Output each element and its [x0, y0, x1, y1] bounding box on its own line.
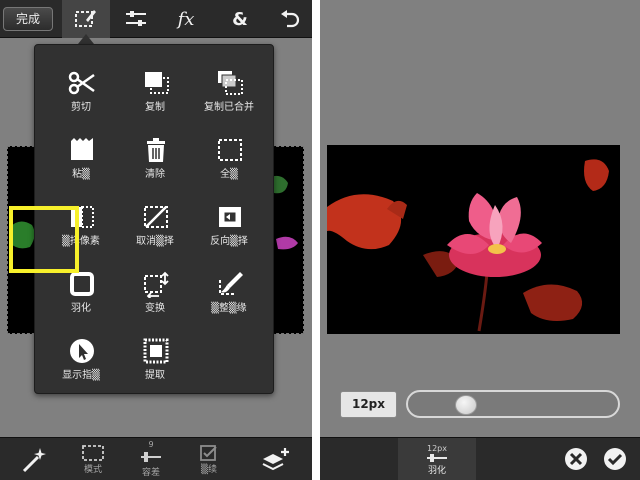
cancel-icon: [565, 448, 587, 470]
feather-slider-thumb[interactable]: [454, 395, 477, 415]
feather-tool-label: 羽化: [427, 465, 446, 476]
feather-tool-button[interactable]: 12px 羽化: [398, 438, 476, 480]
trash-icon: [147, 138, 165, 162]
scissors-icon: [68, 71, 95, 95]
feather-icon: [70, 272, 94, 296]
mode-label: 模式: [83, 464, 102, 475]
blend-icon: &: [232, 8, 248, 30]
feather-highlight-box: [9, 206, 79, 273]
top-toolbar: 完成 fx &: [0, 0, 312, 38]
copy-merged-icon: [218, 71, 243, 95]
undo-button[interactable]: [266, 0, 312, 38]
menu-item-label: 取消▒择: [136, 236, 174, 247]
cursor-icon: [70, 339, 94, 363]
menu-item-label: 复制已合并: [204, 102, 254, 113]
bottom-toolbar-right: 12px 羽化: [320, 437, 640, 480]
menu-item-deselect[interactable]: 取消▒择: [115, 189, 195, 251]
selection-tool-button[interactable]: [62, 0, 110, 38]
undo-icon: [281, 10, 300, 28]
menu-item-label: 提取: [145, 370, 165, 381]
magic-wand-button[interactable]: [10, 438, 60, 480]
lotus-image: [327, 145, 620, 334]
menu-item-label: 全▒: [220, 169, 238, 180]
feather-tool-value: 12px: [427, 443, 447, 453]
layers-button[interactable]: [250, 438, 300, 480]
menu-item-transform[interactable]: 变换: [115, 256, 195, 318]
transform-icon: [144, 271, 169, 298]
menu-item-cut[interactable]: 剪切: [41, 55, 121, 117]
menu-item-show-pointer[interactable]: 显示指▒: [41, 323, 121, 385]
tolerance-control[interactable]: 9 容差: [126, 438, 176, 480]
select-all-icon: [218, 139, 242, 161]
menu-item-label: 反向▒择: [210, 236, 248, 247]
feather-value-badge: 12px: [340, 391, 397, 418]
blend-button[interactable]: &: [216, 0, 264, 38]
menu-item-label: 粘▒: [72, 169, 90, 180]
tolerance-value: 9: [148, 440, 154, 449]
tolerance-label: 容差: [141, 467, 160, 478]
menu-item-label: 清除: [145, 169, 165, 180]
menu-item-extract[interactable]: 提取: [115, 323, 195, 385]
layers-add-icon: [262, 447, 289, 470]
selection-tool-icon: [75, 10, 96, 27]
fx-button[interactable]: fx: [162, 0, 210, 38]
menu-item-label: 复制: [145, 102, 165, 113]
menu-item-label: ▒整▒缘: [211, 303, 247, 314]
menu-item-label: 羽化: [71, 303, 91, 314]
continuous-label: ▒续: [201, 464, 217, 475]
menu-item-label: 变换: [145, 303, 165, 314]
magic-wand-icon: [22, 447, 46, 472]
menu-item-copy[interactable]: 复制: [115, 55, 195, 117]
refine-edge-icon: [219, 272, 243, 295]
paste-icon: [71, 138, 93, 160]
lotus-photo[interactable]: [327, 145, 620, 334]
fx-icon: fx: [177, 8, 195, 30]
extract-icon: [143, 338, 169, 364]
checkbox-icon: [200, 444, 217, 461]
menu-item-clear[interactable]: 清除: [115, 122, 195, 184]
copy-icon: [145, 72, 169, 94]
deselect-icon: [144, 206, 168, 228]
right-screen: 12px 12px 羽化: [320, 0, 640, 480]
confirm-button[interactable]: [603, 447, 627, 471]
invert-selection-icon: [219, 207, 241, 227]
feather-slider[interactable]: [406, 390, 620, 418]
menu-item-select-all[interactable]: 全▒: [189, 122, 269, 184]
left-screen: 完成 fx & 剪切 复制 复制已合并 粘▒ 清除 全▒ ▒择像素 取消▒择 反…: [0, 0, 312, 480]
menu-item-copy-merged[interactable]: 复制已合并: [189, 55, 269, 117]
tolerance-slider-icon: [141, 451, 161, 462]
cancel-button[interactable]: [564, 447, 588, 471]
adjustments-button[interactable]: [112, 0, 160, 38]
continuous-toggle[interactable]: ▒续: [184, 438, 234, 480]
feather-slider-icon: [427, 453, 447, 462]
selection-mode-button[interactable]: 模式: [68, 438, 118, 480]
menu-item-invert-selection[interactable]: 反向▒择: [189, 189, 269, 251]
menu-pointer: [78, 34, 94, 44]
bottom-toolbar: 模式 9 容差 ▒续: [0, 437, 312, 480]
menu-item-refine-edge[interactable]: ▒整▒缘: [189, 256, 269, 318]
adjustments-icon: [126, 11, 146, 26]
confirm-icon: [604, 448, 626, 470]
menu-item-label: 剪切: [71, 102, 91, 113]
selection-mode-icon: [82, 444, 104, 461]
done-button[interactable]: 完成: [3, 7, 53, 31]
menu-item-paste[interactable]: 粘▒: [41, 122, 121, 184]
menu-item-label: 显示指▒: [62, 370, 100, 381]
